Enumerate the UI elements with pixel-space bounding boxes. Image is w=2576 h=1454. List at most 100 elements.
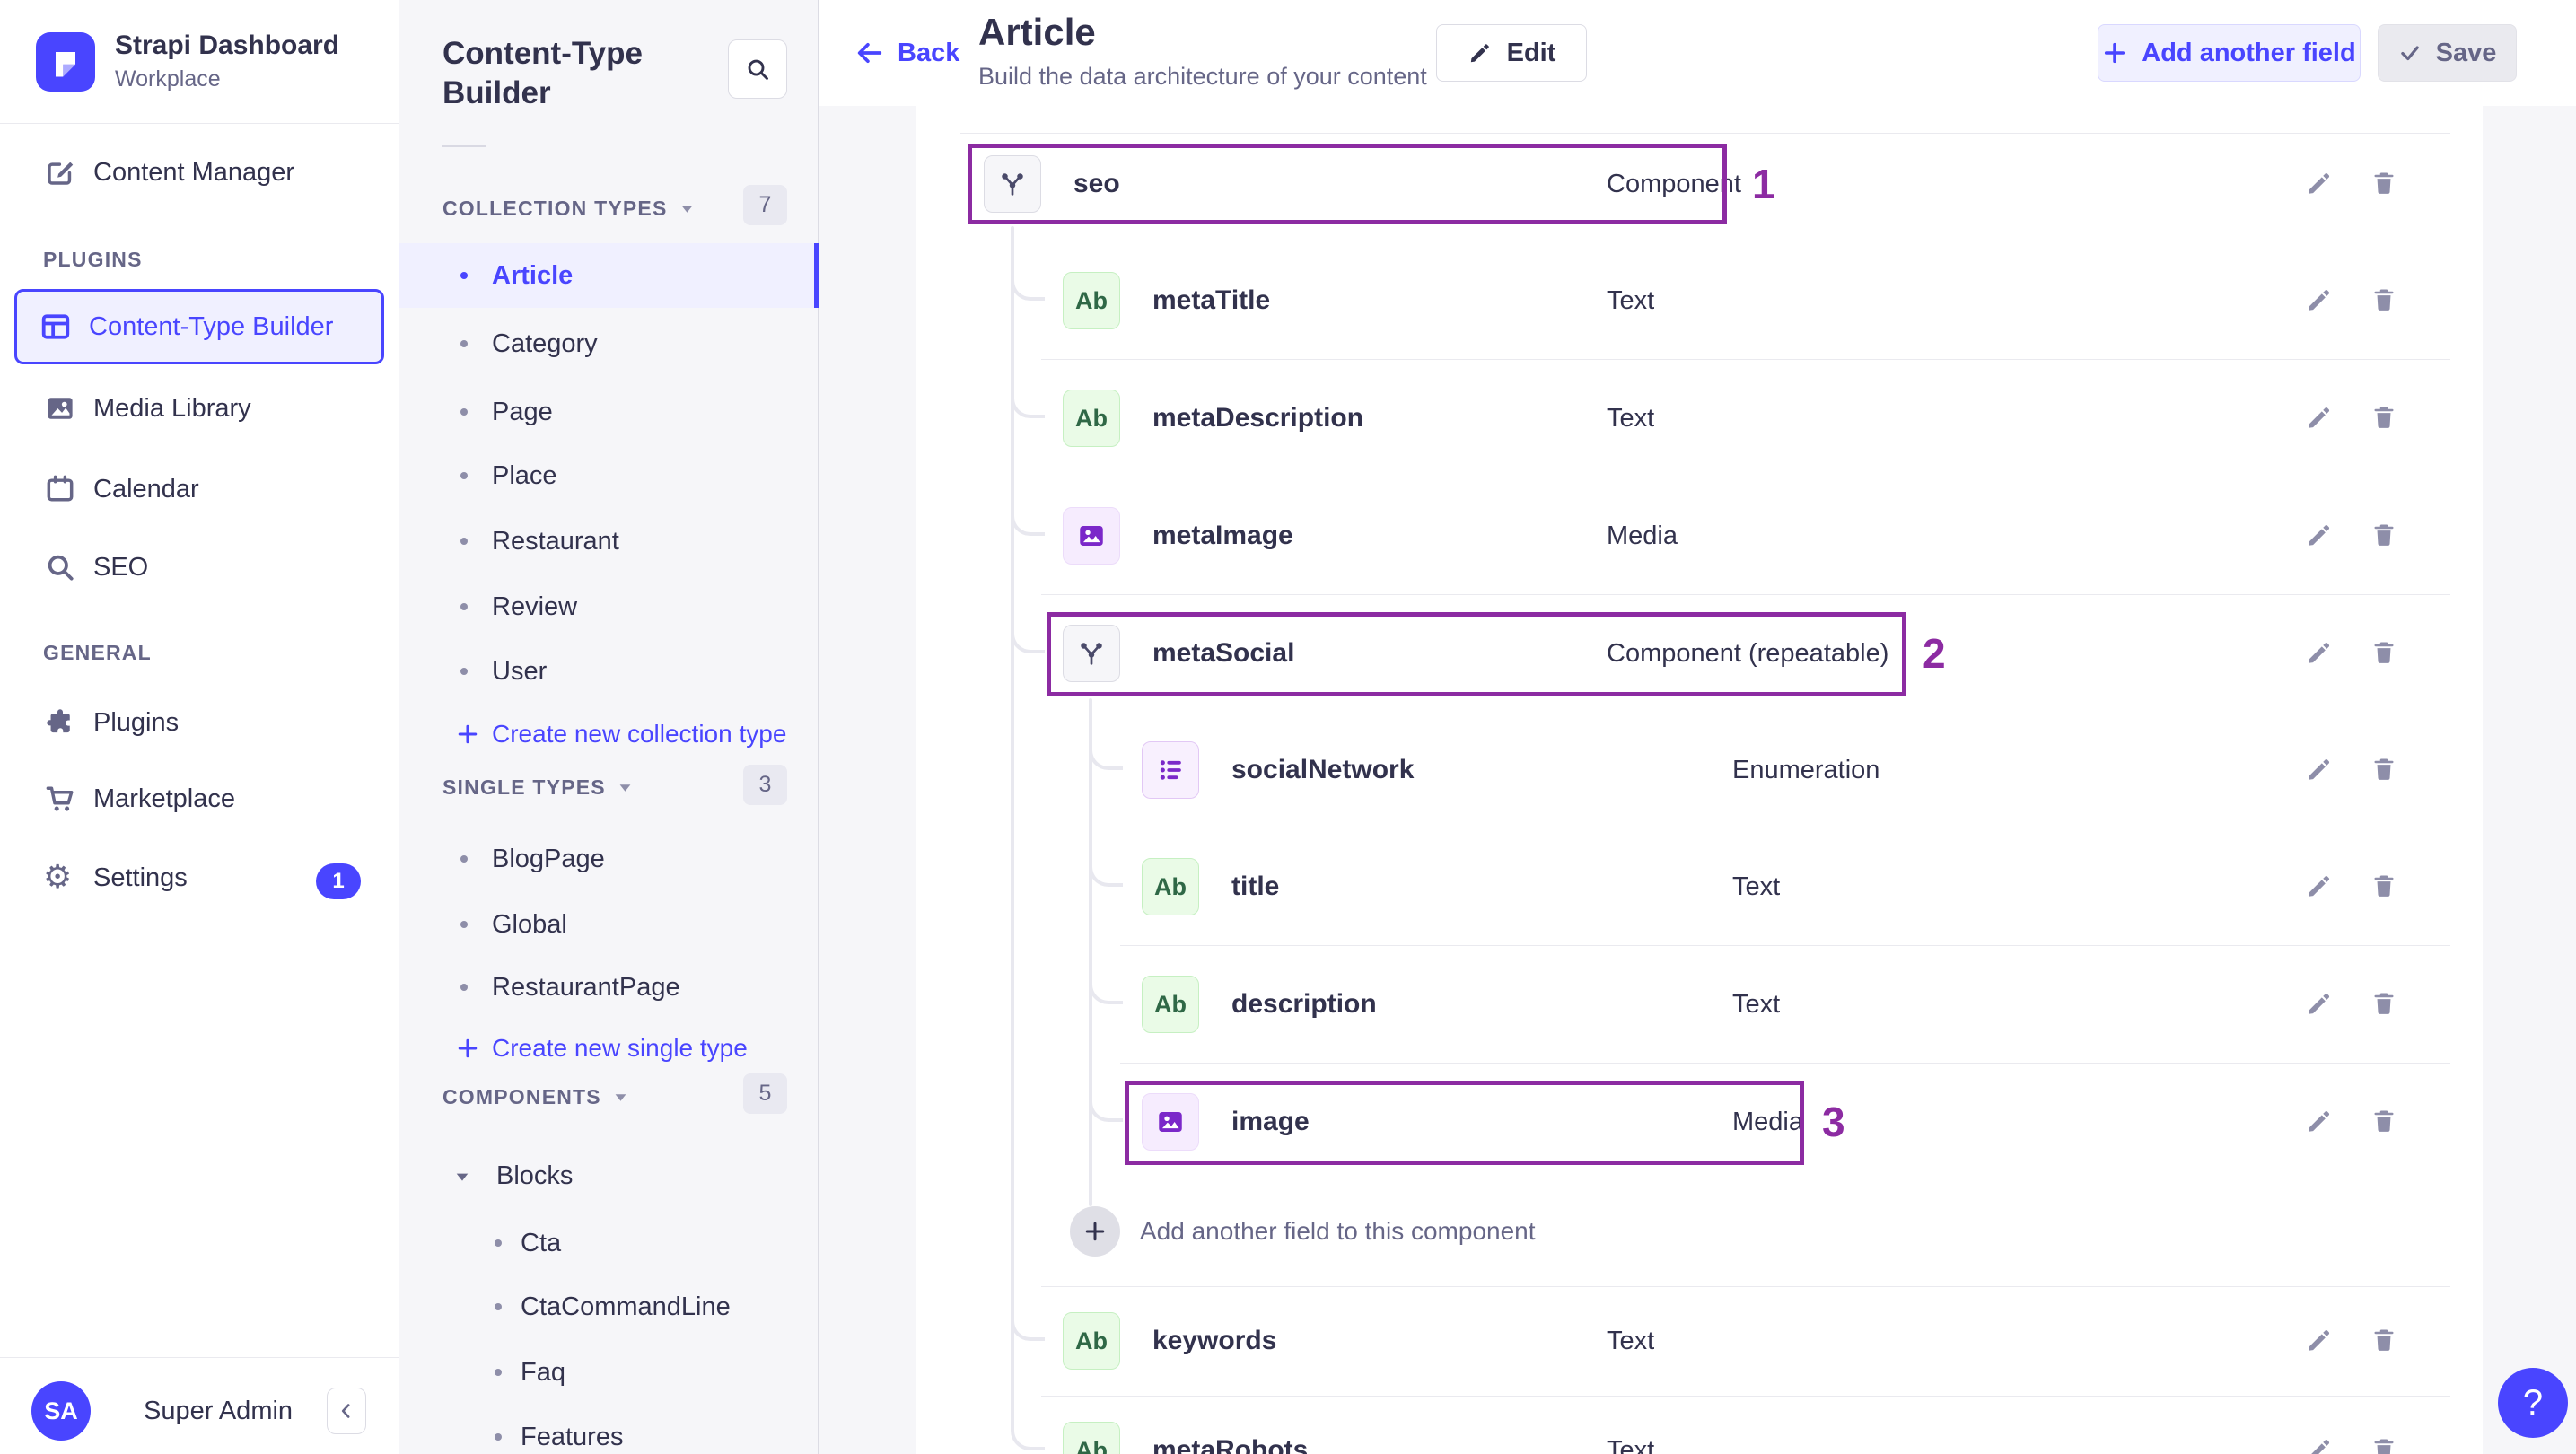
edit-icon[interactable] bbox=[2305, 1107, 2334, 1135]
sidebar-item-marketplace[interactable]: Marketplace bbox=[0, 766, 399, 831]
delete-icon[interactable] bbox=[2370, 521, 2398, 549]
add-field-to-component-label[interactable]: Add another field to this component bbox=[1140, 1206, 1536, 1257]
collection-types-header[interactable]: COLLECTION TYPES bbox=[442, 188, 694, 229]
sidebar-item-plugins[interactable]: Plugins bbox=[0, 690, 399, 755]
field-row-metatitle[interactable]: Ab metaTitle Text bbox=[916, 260, 2483, 341]
layout-grid-icon bbox=[39, 310, 73, 344]
component-faq[interactable]: Faq bbox=[399, 1340, 819, 1405]
components-label: COMPONENTS bbox=[442, 1085, 601, 1108]
add-field-to-component-button[interactable] bbox=[1070, 1206, 1120, 1257]
strapi-logo-icon bbox=[36, 32, 95, 92]
field-row-metaimage[interactable]: metaImage Media bbox=[916, 495, 2483, 576]
edit-icon[interactable] bbox=[2305, 403, 2334, 432]
component-cta[interactable]: Cta bbox=[399, 1211, 819, 1275]
edit-button[interactable]: Edit bbox=[1436, 24, 1587, 82]
delete-icon[interactable] bbox=[2370, 1107, 2398, 1135]
app-title: Strapi Dashboard bbox=[115, 31, 340, 60]
single-types-header[interactable]: SINGLE TYPES bbox=[442, 767, 632, 808]
sidebar-item-content-manager[interactable]: Content Manager bbox=[0, 140, 399, 205]
delete-icon[interactable] bbox=[2370, 1326, 2398, 1354]
components-header[interactable]: COMPONENTS bbox=[442, 1077, 627, 1117]
divider bbox=[442, 145, 486, 147]
component-ctacommandline[interactable]: CtaCommandLine bbox=[399, 1274, 819, 1339]
components-count: 5 bbox=[743, 1073, 787, 1114]
edit-icon[interactable] bbox=[2305, 285, 2334, 314]
edit-icon[interactable] bbox=[2305, 1435, 2334, 1454]
annotation-number-3: 3 bbox=[1822, 1099, 1845, 1145]
component-group-blocks[interactable]: Blocks bbox=[399, 1143, 819, 1208]
field-row-metarobots[interactable]: Ab metaRobots Text bbox=[916, 1410, 2483, 1454]
edit-icon[interactable] bbox=[2305, 638, 2334, 667]
collection-type-restaurant[interactable]: Restaurant bbox=[399, 509, 819, 574]
delete-icon[interactable] bbox=[2370, 638, 2398, 667]
divider bbox=[1041, 594, 2450, 595]
single-type-blogpage[interactable]: BlogPage bbox=[399, 827, 819, 891]
text-field-icon: Ab bbox=[1142, 858, 1199, 915]
delete-icon[interactable] bbox=[2370, 872, 2398, 900]
sidebar-item-label: Plugins bbox=[93, 708, 180, 737]
delete-icon[interactable] bbox=[2370, 755, 2398, 784]
add-another-field-button[interactable]: Add another field bbox=[2098, 24, 2361, 82]
component-label: CtaCommandLine bbox=[521, 1292, 731, 1321]
field-row-socialnetwork[interactable]: socialNetwork Enumeration bbox=[916, 730, 2483, 810]
back-link[interactable]: Back bbox=[854, 0, 959, 106]
field-row-metadescription[interactable]: Ab metaDescription Text bbox=[916, 378, 2483, 459]
bullet-icon bbox=[460, 603, 468, 610]
plus-icon bbox=[1085, 1222, 1105, 1241]
collection-type-category[interactable]: Category bbox=[399, 311, 819, 376]
help-button[interactable]: ? bbox=[2498, 1368, 2568, 1438]
annotation-box-3 bbox=[1125, 1081, 1804, 1165]
chevron-down-icon bbox=[619, 784, 631, 792]
plus-icon bbox=[455, 1036, 480, 1065]
collection-type-place[interactable]: Place bbox=[399, 443, 819, 508]
edit-icon[interactable] bbox=[2305, 755, 2334, 784]
field-type: Text bbox=[1732, 990, 1781, 1019]
delete-icon[interactable] bbox=[2370, 285, 2398, 314]
delete-icon[interactable] bbox=[2370, 169, 2398, 197]
avatar[interactable]: SA bbox=[31, 1381, 91, 1441]
field-row-title[interactable]: Ab title Text bbox=[916, 846, 2483, 927]
single-type-restaurantpage[interactable]: RestaurantPage bbox=[399, 955, 819, 1020]
field-row-description[interactable]: Ab description Text bbox=[916, 964, 2483, 1045]
workspace-name: Workplace bbox=[115, 66, 221, 92]
create-collection-type-link[interactable]: Create new collection type bbox=[399, 702, 819, 766]
collection-type-user[interactable]: User bbox=[399, 639, 819, 704]
component-group-label: Blocks bbox=[496, 1161, 574, 1190]
page-title: Article bbox=[978, 11, 1096, 53]
write-icon bbox=[43, 155, 77, 189]
edit-icon[interactable] bbox=[2305, 169, 2334, 197]
single-type-global[interactable]: Global bbox=[399, 892, 819, 957]
component-label: Features bbox=[521, 1423, 624, 1451]
sidebar-item-media-library[interactable]: Media Library bbox=[0, 376, 399, 441]
collection-type-article[interactable]: Article bbox=[399, 243, 819, 308]
back-label: Back bbox=[898, 38, 960, 67]
sidebar-item-content-type-builder[interactable]: Content-Type Builder bbox=[14, 289, 384, 364]
field-type: Text bbox=[1607, 404, 1655, 433]
field-name: metaDescription bbox=[1152, 403, 1364, 433]
collapse-sidebar-button[interactable] bbox=[327, 1388, 366, 1434]
search-button[interactable] bbox=[728, 39, 787, 99]
edit-icon[interactable] bbox=[2305, 521, 2334, 549]
save-button[interactable]: Save bbox=[2378, 24, 2517, 82]
edit-icon[interactable] bbox=[2305, 989, 2334, 1018]
edit-icon[interactable] bbox=[2305, 1326, 2334, 1354]
collection-type-review[interactable]: Review bbox=[399, 574, 819, 639]
sidebar-item-label: Media Library bbox=[93, 394, 251, 423]
component-features[interactable]: Features bbox=[399, 1405, 819, 1454]
collection-type-page[interactable]: Page bbox=[399, 380, 819, 444]
edit-icon[interactable] bbox=[2305, 872, 2334, 900]
create-single-type-link[interactable]: Create new single type bbox=[399, 1016, 819, 1081]
main-sidebar: Strapi Dashboard Workplace Content Manag… bbox=[0, 0, 400, 1454]
delete-icon[interactable] bbox=[2370, 1435, 2398, 1454]
fields-card: seo Component Ab metaTitle Text Ab metaD… bbox=[916, 106, 2483, 1454]
sidebar-item-settings[interactable]: ⚙ Settings 1 bbox=[0, 845, 399, 910]
sidebar-item-label: Marketplace bbox=[93, 784, 235, 813]
sidebar-item-seo[interactable]: SEO bbox=[0, 535, 399, 600]
field-row-keywords[interactable]: Ab keywords Text bbox=[916, 1301, 2483, 1381]
delete-icon[interactable] bbox=[2370, 403, 2398, 432]
sidebar-item-calendar[interactable]: Calendar bbox=[0, 457, 399, 521]
check-icon bbox=[2400, 46, 2419, 61]
delete-icon[interactable] bbox=[2370, 989, 2398, 1018]
arrow-left-icon bbox=[857, 42, 882, 64]
bullet-icon bbox=[460, 340, 468, 347]
